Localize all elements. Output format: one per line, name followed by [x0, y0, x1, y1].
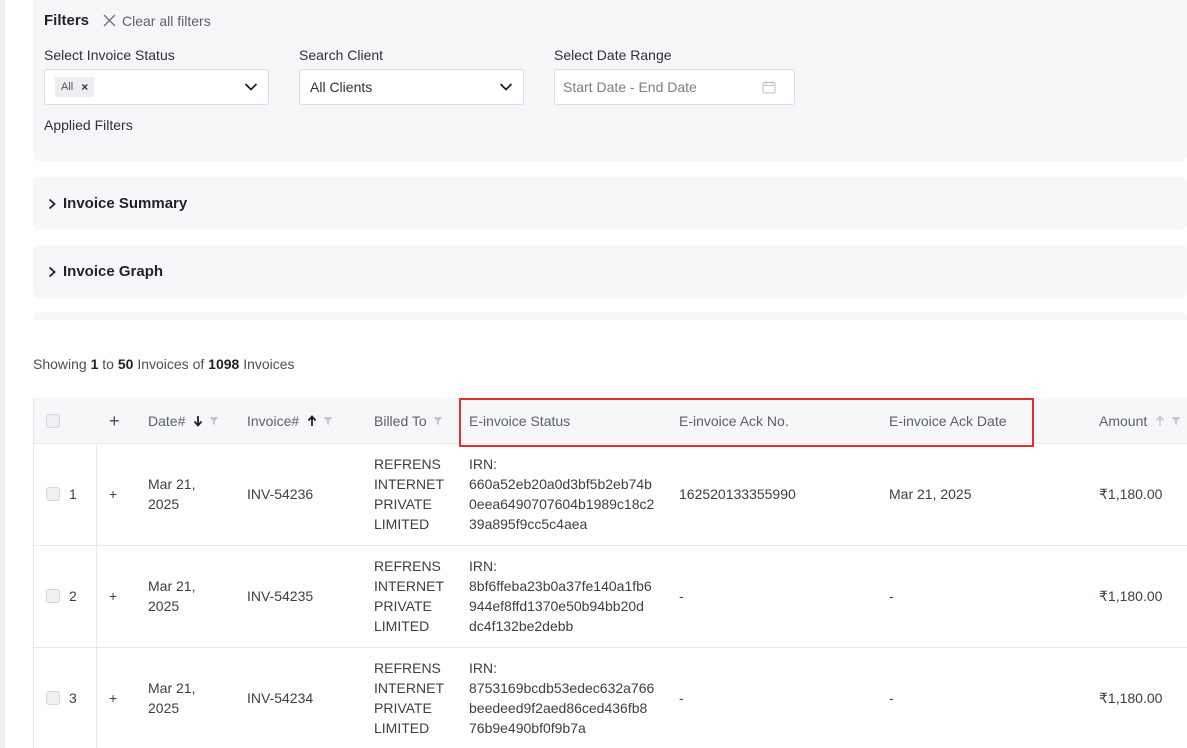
section-divider: [33, 312, 1187, 320]
filters-header: Filters Clear all filters: [44, 12, 211, 29]
sort-down-icon[interactable]: [193, 415, 203, 427]
row-ack-no: -: [679, 690, 684, 706]
row-invoice-number[interactable]: INV-54236: [247, 484, 313, 504]
row-select[interactable]: 3: [46, 688, 77, 708]
row-index: 1: [69, 486, 77, 502]
row-billed-to: REFRENS INTERNET PRIVATE LIMITED: [374, 456, 444, 532]
invoice-summary-title: Invoice Summary: [63, 195, 188, 212]
filter-icon[interactable]: [1171, 416, 1181, 426]
invoice-graph-title: Invoice Graph: [63, 263, 164, 280]
showing-to-word: to: [102, 356, 114, 372]
select-all-checkbox[interactable]: [46, 398, 60, 444]
row-invoice-number[interactable]: INV-54235: [247, 586, 313, 606]
filter-icon[interactable]: [433, 416, 443, 426]
row-date: Mar 21, 2025: [148, 680, 196, 716]
chevron-right-icon: [48, 198, 56, 209]
column-amount-label: Amount: [1099, 413, 1148, 429]
remove-tag-icon[interactable]: ×: [81, 80, 88, 94]
client-select-value: All Clients: [310, 79, 373, 95]
column-amount[interactable]: Amount: [1099, 398, 1181, 444]
filters-panel: Filters Clear all filters Select Invoice…: [33, 0, 1187, 161]
table-row[interactable]: 1 + Mar 21, 2025 INV-54236 REFRENS INTERNE…: [34, 444, 1187, 546]
einvoice-columns-highlight: [459, 398, 1034, 447]
row-ack-no: -: [679, 588, 684, 604]
row-ack-date: -: [889, 588, 894, 604]
row-ack-date: -: [889, 690, 894, 706]
sort-up-icon[interactable]: [1155, 415, 1165, 427]
filter-icon[interactable]: [209, 416, 219, 426]
row-checkbox[interactable]: [46, 487, 60, 501]
status-tag-all: All ×: [55, 77, 95, 97]
row-index: 2: [69, 588, 77, 604]
filters-title: Filters: [44, 12, 90, 29]
row-select[interactable]: 1: [46, 484, 77, 504]
row-billed-to: REFRENS INTERNET PRIVATE LIMITED: [374, 660, 444, 736]
date-range-input[interactable]: Start Date - End Date: [554, 69, 795, 105]
row-einvoice-status: IRN: 660a52eb20a0d3bf5b2eb74b 0eea64907076…: [469, 456, 655, 532]
showing-middle: Invoices of: [137, 356, 205, 372]
row-amount: ₹1,180.00: [1099, 690, 1163, 706]
column-invoice-label: Invoice#: [247, 413, 300, 429]
invoice-status-label: Select Invoice Status: [44, 47, 175, 63]
expand-all-button[interactable]: +: [109, 398, 120, 444]
invoice-status-select[interactable]: All ×: [44, 69, 269, 105]
showing-to: 50: [117, 356, 134, 372]
clear-all-filters-label: Clear all filters: [122, 12, 211, 29]
row-amount: ₹1,180.00: [1099, 486, 1163, 502]
row-einvoice-status: IRN: 8753169bcdb53edec632a766 beedeed9f2ae…: [469, 660, 655, 736]
date-range-placeholder: Start Date - End Date: [563, 79, 697, 95]
plus-icon: +: [109, 411, 120, 431]
column-date-label: Date#: [148, 413, 186, 429]
showing-suffix: Invoices: [243, 356, 295, 372]
row-ack-no: 162520133355990: [679, 486, 796, 502]
status-tag-label: All: [61, 81, 74, 93]
expand-row-button[interactable]: +: [109, 688, 117, 708]
left-rail: [0, 0, 5, 748]
chevron-right-icon: [48, 266, 56, 277]
expand-row-button[interactable]: +: [109, 586, 117, 606]
expand-row-button[interactable]: +: [109, 484, 117, 504]
clear-all-filters-button[interactable]: Clear all filters: [103, 13, 211, 29]
row-date: Mar 21, 2025: [148, 578, 196, 614]
showing-total: 1098: [208, 356, 240, 372]
showing-from: 1: [90, 356, 99, 372]
row-divider: [96, 546, 97, 647]
applied-filters-label: Applied Filters: [44, 117, 133, 133]
invoice-graph-accordion[interactable]: Invoice Graph: [33, 245, 1187, 298]
results-count: Showing 1 to 50 Invoices of 1098 Invoice…: [33, 356, 295, 372]
showing-prefix: Showing: [33, 356, 87, 372]
row-date: Mar 21, 2025: [148, 476, 196, 512]
row-ack-date: Mar 21, 2025: [889, 486, 972, 502]
row-checkbox[interactable]: [46, 691, 60, 705]
row-index: 3: [69, 690, 77, 706]
row-einvoice-status: IRN: 8bf6ffeba23b0a37fe140a1fb6 944ef8ffd1…: [469, 558, 652, 634]
invoice-summary-accordion[interactable]: Invoice Summary: [33, 177, 1187, 230]
row-invoice-number[interactable]: INV-54234: [247, 688, 313, 708]
row-divider: [96, 648, 97, 748]
column-invoice[interactable]: Invoice#: [247, 398, 333, 444]
chevron-down-icon: [244, 83, 258, 91]
column-billed-to[interactable]: Billed To: [374, 398, 443, 444]
column-billed-to-label: Billed To: [374, 413, 427, 429]
row-amount: ₹1,180.00: [1099, 588, 1163, 604]
calendar-icon: [762, 81, 776, 94]
row-billed-to: REFRENS INTERNET PRIVATE LIMITED: [374, 558, 444, 634]
sort-up-icon[interactable]: [307, 415, 317, 427]
chevron-down-icon: [499, 83, 513, 91]
row-checkbox[interactable]: [46, 589, 60, 603]
row-select[interactable]: 2: [46, 586, 77, 606]
table-row[interactable]: 3 + Mar 21, 2025 INV-54234 REFRENS INTERNE…: [34, 648, 1187, 748]
client-select[interactable]: All Clients: [299, 69, 524, 105]
invoice-table: + Date# Invoice# Billed To E-invoice Sta…: [33, 398, 1187, 748]
search-client-label: Search Client: [299, 47, 384, 63]
filter-icon[interactable]: [323, 416, 333, 426]
close-icon: [103, 14, 116, 27]
date-range-label: Select Date Range: [554, 47, 672, 63]
column-date[interactable]: Date#: [148, 398, 219, 444]
table-row[interactable]: 2 + Mar 21, 2025 INV-54235 REFRENS INTERNE…: [34, 546, 1187, 648]
row-divider: [96, 444, 97, 545]
